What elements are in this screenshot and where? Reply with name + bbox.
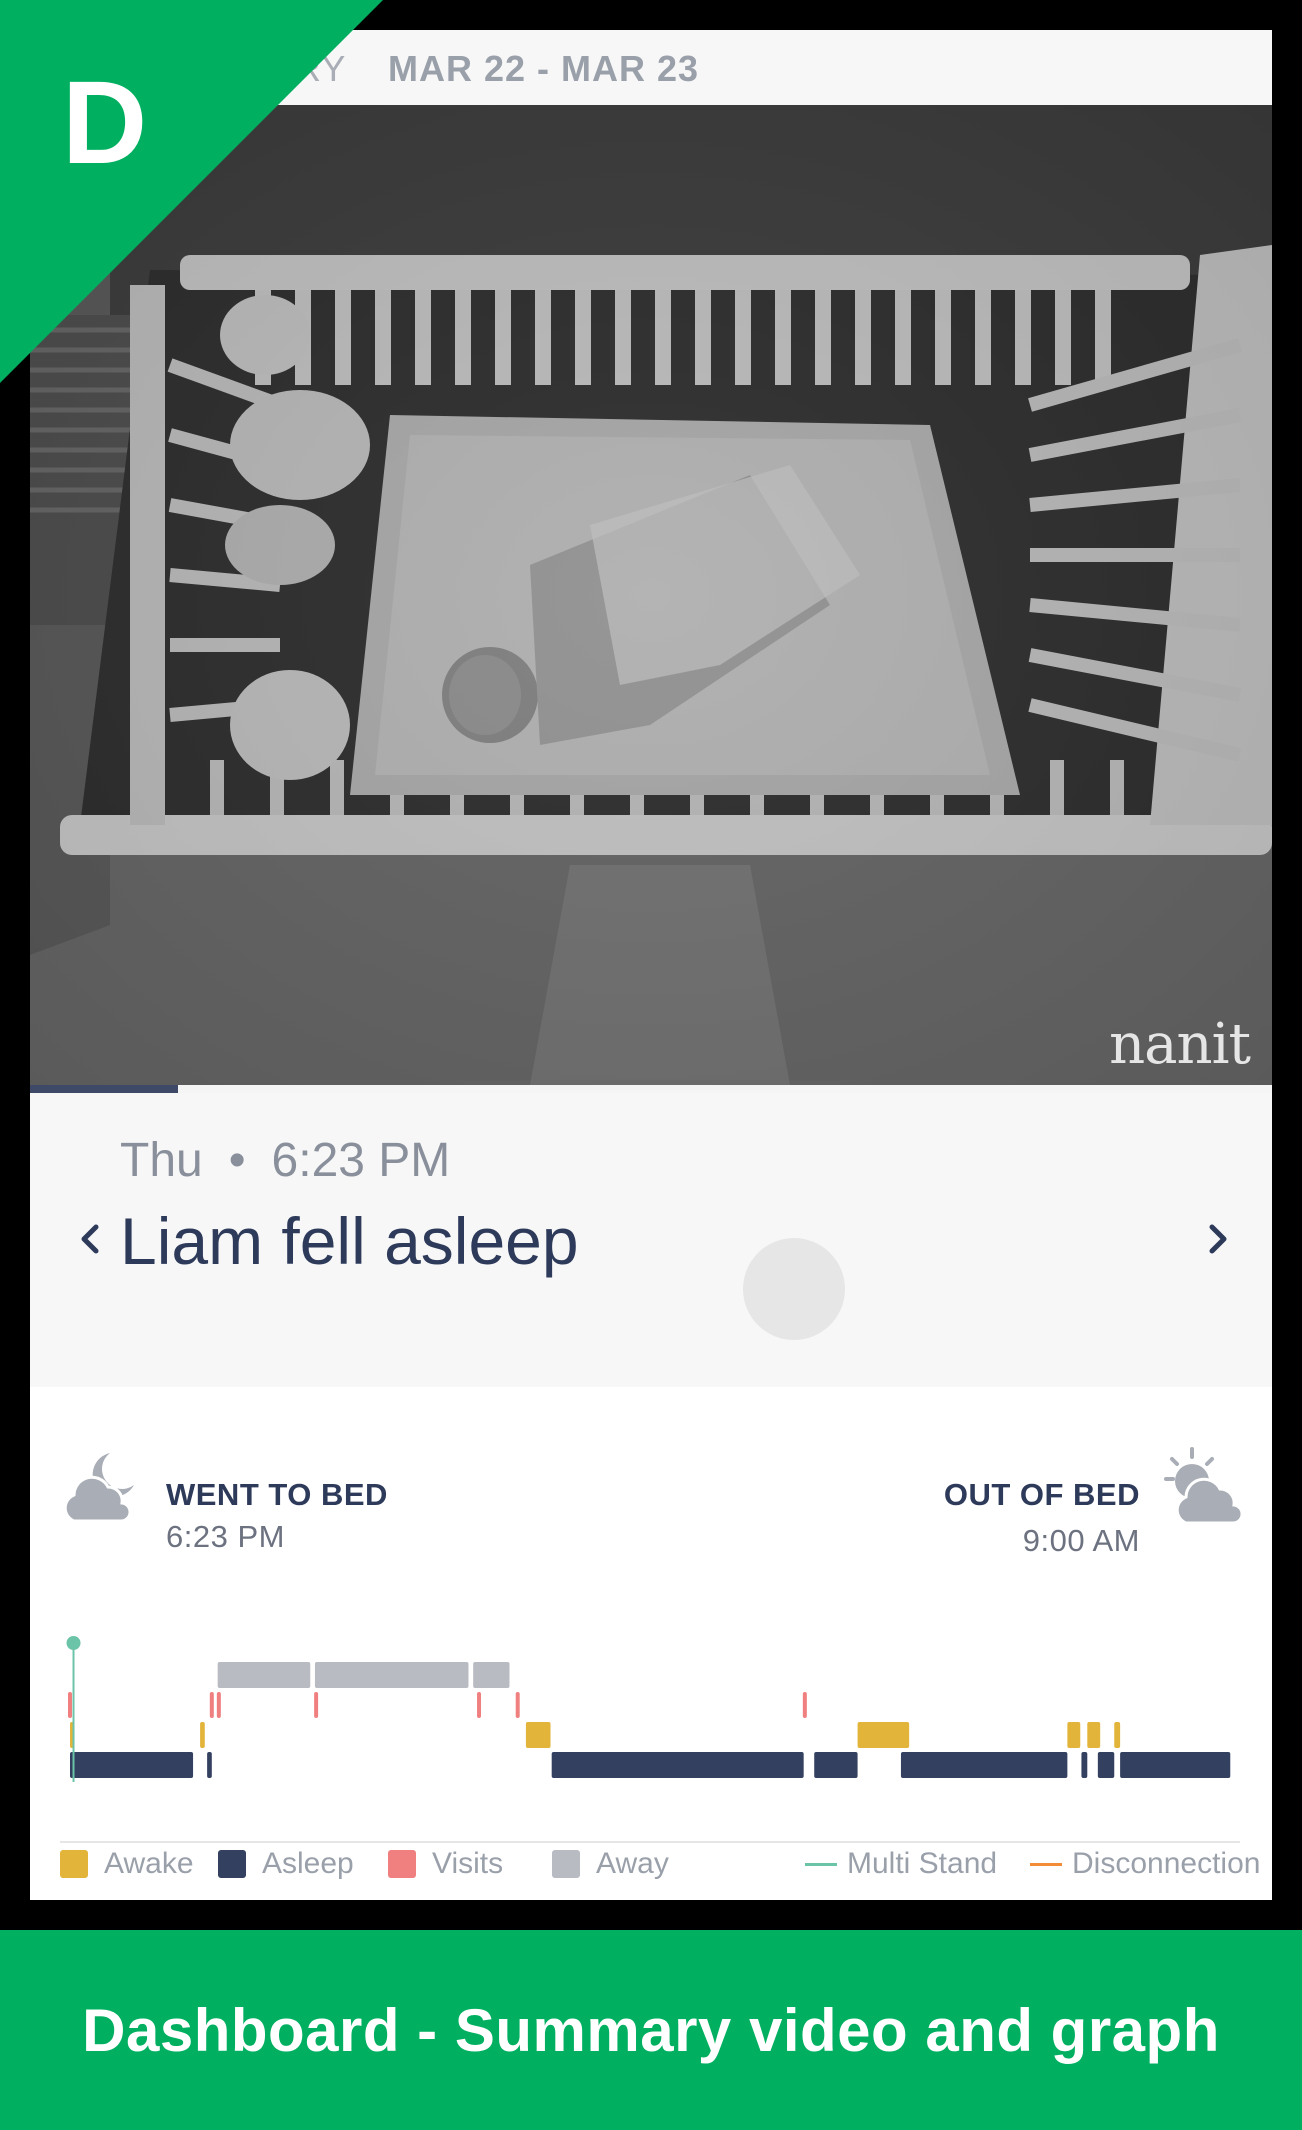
legend-away-label: Away (596, 1847, 669, 1880)
caption-text: Dashboard - Summary video and graph (82, 1997, 1220, 2064)
legend-visits: Visits (388, 1847, 503, 1881)
chevron-left-icon (81, 1224, 99, 1254)
cloud-sun-icon (1162, 1447, 1244, 1532)
visit-marker (209, 1692, 214, 1718)
out-of-bed-label: OUT OF BED (943, 1477, 1140, 1512)
away-segment (217, 1662, 311, 1688)
play-button[interactable] (743, 1238, 845, 1340)
legend-visits-label: Visits (432, 1847, 504, 1880)
section-badge (0, 0, 383, 383)
visit-marker (216, 1692, 221, 1718)
caption-bar: Dashboard - Summary video and graph (0, 1930, 1302, 2130)
legend-awake-label: Awake (104, 1847, 194, 1880)
asleep-swatch (218, 1850, 246, 1878)
away-swatch (552, 1850, 580, 1878)
asleep-segment (900, 1752, 1068, 1778)
awake-segment (1067, 1722, 1081, 1748)
asleep-segment (1081, 1752, 1088, 1778)
next-event-button[interactable] (1198, 1219, 1238, 1259)
awake-segment (857, 1722, 910, 1748)
visits-swatch (388, 1850, 416, 1878)
legend-multi-stand-label: Multi Stand (847, 1847, 998, 1880)
section-badge-letter: D (62, 57, 148, 189)
legend-multi-stand: Multi Stand (805, 1847, 997, 1881)
away-segment (473, 1662, 510, 1688)
event-day: Thu (120, 1134, 203, 1187)
chevron-right-icon (1209, 1224, 1227, 1254)
awake-segment (1114, 1722, 1121, 1748)
went-to-bed-time: 6:23 PM (166, 1519, 285, 1554)
legend-divider (60, 1841, 1240, 1843)
video-progress-bar[interactable] (30, 1085, 1272, 1093)
visit-marker (68, 1692, 72, 1718)
legend-disconnection-label: Disconnection (1072, 1847, 1261, 1880)
out-of-bed-time: 9:00 AM (1022, 1523, 1140, 1558)
awake-segment (525, 1722, 551, 1748)
nanit-watermark: nanit (1109, 1012, 1251, 1077)
disconnection-line (1030, 1862, 1062, 1866)
away-segment (314, 1662, 469, 1688)
event-time: 6:23 PM (271, 1134, 451, 1187)
previous-event-button[interactable] (70, 1219, 110, 1259)
awake-segment (1087, 1722, 1101, 1748)
awake-segment (200, 1722, 205, 1748)
cloud-moon-icon (58, 1447, 140, 1532)
asleep-segment (1120, 1752, 1231, 1778)
multi-stand-marker[interactable] (66, 1636, 81, 1650)
night-summary: WENT TO BED 6:23 PM OUT OF BED 9:00 AM A… (30, 1387, 1272, 1900)
legend-asleep: Asleep (218, 1847, 354, 1881)
visit-marker (802, 1692, 807, 1718)
sleep-timeline-chart (66, 1636, 1231, 1782)
asleep-segment (1097, 1752, 1115, 1778)
asleep-segment (814, 1752, 858, 1778)
chart-legend: Awake Asleep Visits Away Multi Stand Dis… (60, 1847, 1272, 1889)
visit-marker (515, 1692, 520, 1718)
asleep-segment (70, 1752, 194, 1778)
visit-marker (477, 1692, 482, 1718)
asleep-segment (207, 1752, 212, 1778)
multi-stand-line (805, 1862, 837, 1866)
date-range[interactable]: MAR 22 - MAR 23 (388, 48, 699, 90)
legend-awake: Awake (60, 1847, 194, 1881)
event-timestamp: Thu • 6:23 PM (120, 1133, 450, 1188)
event-title: Liam fell asleep (120, 1204, 579, 1278)
legend-disconnection: Disconnection (1030, 1847, 1260, 1881)
event-panel: Thu • 6:23 PM Liam fell asleep (30, 1093, 1272, 1387)
event-separator: • (228, 1134, 246, 1187)
visit-marker (314, 1692, 319, 1718)
legend-asleep-label: Asleep (262, 1847, 354, 1880)
asleep-segment (551, 1752, 804, 1778)
went-to-bed-label: WENT TO BED (166, 1477, 388, 1512)
video-progress-fill (30, 1085, 178, 1093)
legend-away: Away (552, 1847, 669, 1881)
awake-swatch (60, 1850, 88, 1878)
